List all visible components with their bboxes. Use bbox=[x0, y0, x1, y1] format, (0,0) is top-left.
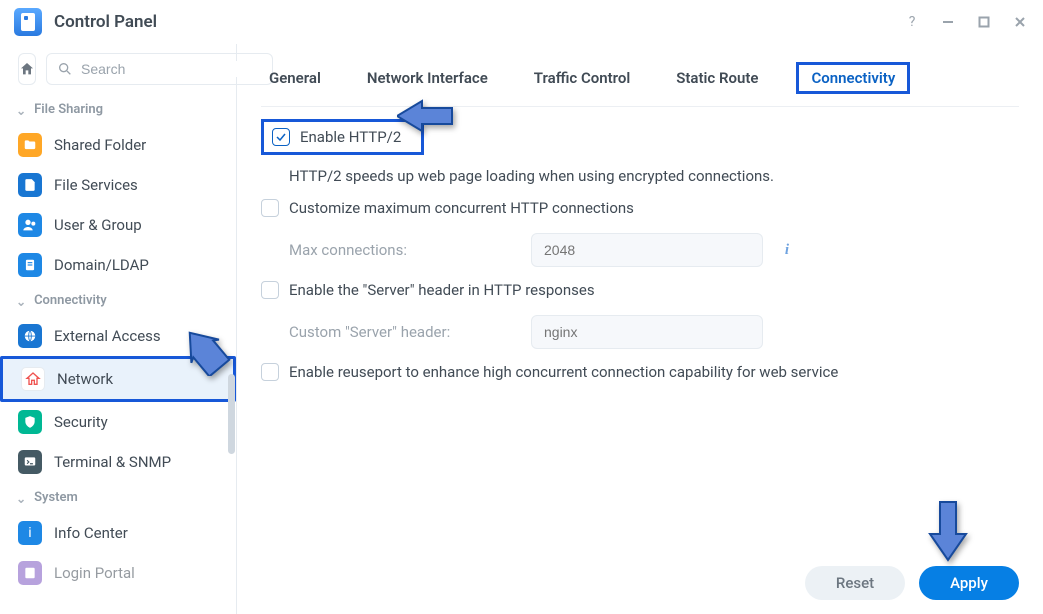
customize-conn-label: Customize maximum concurrent HTTP connec… bbox=[289, 199, 634, 217]
sidebar-item-domain-ldap[interactable]: Domain/LDAP bbox=[0, 245, 236, 285]
tab-traffic-control[interactable]: Traffic Control bbox=[526, 63, 638, 93]
customize-conn-checkbox[interactable] bbox=[261, 199, 279, 217]
custom-header-input bbox=[531, 315, 763, 349]
minimize-icon[interactable] bbox=[939, 13, 957, 31]
enable-http2-label: Enable HTTP/2 bbox=[300, 128, 401, 146]
search-input[interactable] bbox=[81, 61, 262, 77]
home-button[interactable] bbox=[18, 53, 36, 85]
sidebar-item-security[interactable]: Security bbox=[0, 402, 236, 442]
info-icon: i bbox=[18, 521, 42, 545]
external-access-icon bbox=[18, 324, 42, 348]
section-system[interactable]: ⌃ System bbox=[0, 482, 236, 513]
arrow-annotation bbox=[397, 96, 457, 136]
sidebar-item-label: Terminal & SNMP bbox=[54, 453, 171, 471]
divider bbox=[261, 106, 1019, 107]
section-file-sharing[interactable]: ⌃ File Sharing bbox=[0, 94, 236, 125]
section-label: Connectivity bbox=[34, 293, 107, 308]
info-icon[interactable]: i bbox=[777, 240, 797, 260]
reuseport-checkbox[interactable] bbox=[261, 363, 279, 381]
section-label: System bbox=[34, 490, 78, 505]
login-portal-icon bbox=[18, 561, 42, 585]
sidebar-item-label: File Services bbox=[54, 176, 138, 194]
sidebar-item-info-center[interactable]: i Info Center bbox=[0, 513, 236, 553]
chevron-up-icon: ⌃ bbox=[16, 103, 26, 117]
http2-desc: HTTP/2 speeds up web page loading when u… bbox=[289, 167, 1019, 185]
sidebar-item-label: Info Center bbox=[54, 524, 128, 542]
enable-http2-checkbox[interactable] bbox=[272, 128, 290, 146]
help-icon[interactable]: ? bbox=[903, 13, 921, 31]
sidebar-item-label: Security bbox=[54, 413, 108, 431]
sidebar-item-file-services[interactable]: File Services bbox=[0, 165, 236, 205]
tab-static-route[interactable]: Static Route bbox=[668, 63, 766, 93]
server-header-checkbox[interactable] bbox=[261, 281, 279, 299]
section-connectivity[interactable]: ⌃ Connectivity bbox=[0, 285, 236, 316]
ldap-icon bbox=[18, 253, 42, 277]
tab-general[interactable]: General bbox=[261, 63, 329, 93]
sidebar-item-label: Login Portal bbox=[54, 564, 135, 582]
maximize-icon[interactable] bbox=[975, 13, 993, 31]
scrollbar-thumb[interactable] bbox=[228, 374, 235, 454]
folder-icon bbox=[18, 133, 42, 157]
sidebar-item-label: Domain/LDAP bbox=[54, 256, 149, 274]
chevron-up-icon: ⌃ bbox=[16, 491, 26, 505]
terminal-icon bbox=[18, 450, 42, 474]
max-conn-input bbox=[531, 233, 763, 267]
shield-icon bbox=[18, 410, 42, 434]
apply-button[interactable]: Apply bbox=[919, 566, 1019, 600]
sidebar-item-label: Shared Folder bbox=[54, 136, 146, 154]
custom-header-label: Custom "Server" header: bbox=[289, 323, 517, 341]
tab-network-interface[interactable]: Network Interface bbox=[359, 63, 496, 93]
sidebar-item-user-group[interactable]: User & Group bbox=[0, 205, 236, 245]
sidebar-item-login-portal[interactable]: Login Portal bbox=[0, 553, 236, 593]
close-icon[interactable] bbox=[1011, 13, 1029, 31]
sidebar-item-label: Network bbox=[57, 370, 113, 388]
server-header-label: Enable the "Server" header in HTTP respo… bbox=[289, 281, 595, 299]
window-title: Control Panel bbox=[54, 12, 157, 32]
search-icon bbox=[57, 61, 73, 77]
sidebar-item-label: User & Group bbox=[54, 216, 142, 234]
arrow-annotation bbox=[186, 320, 232, 376]
users-icon bbox=[18, 213, 42, 237]
sidebar-item-shared-folder[interactable]: Shared Folder bbox=[0, 125, 236, 165]
reuseport-label: Enable reuseport to enhance high concurr… bbox=[289, 363, 838, 381]
file-services-icon bbox=[18, 173, 42, 197]
reset-button[interactable]: Reset bbox=[805, 566, 905, 600]
tab-connectivity[interactable]: Connectivity bbox=[796, 62, 910, 94]
app-icon bbox=[14, 8, 42, 36]
sidebar-item-terminal-snmp[interactable]: Terminal & SNMP bbox=[0, 442, 236, 482]
chevron-up-icon: ⌃ bbox=[16, 294, 26, 308]
sidebar-item-label: External Access bbox=[54, 327, 161, 345]
arrow-annotation bbox=[926, 498, 970, 564]
max-conn-label: Max connections: bbox=[289, 241, 517, 259]
section-label: File Sharing bbox=[34, 102, 103, 117]
network-icon bbox=[21, 367, 45, 391]
